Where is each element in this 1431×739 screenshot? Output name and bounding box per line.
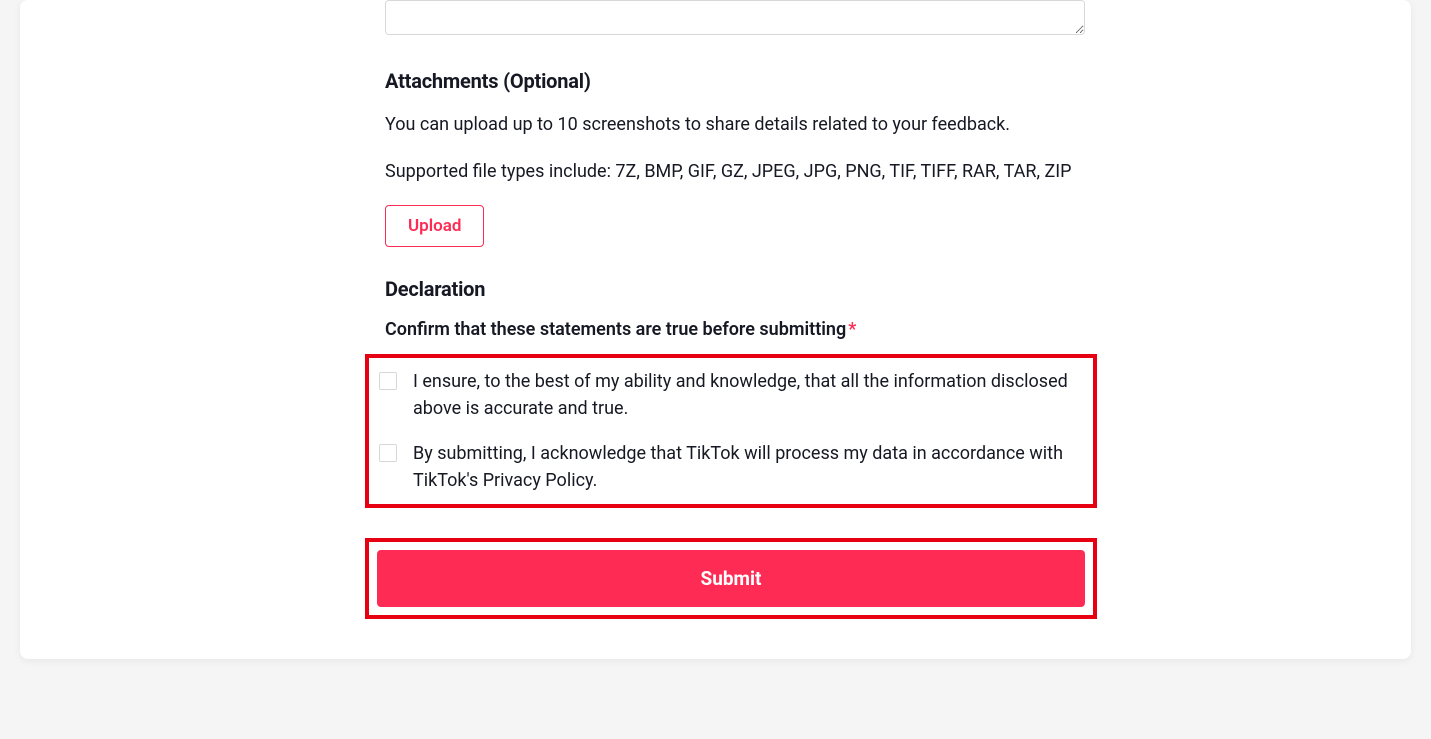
declaration-highlight: I ensure, to the best of my ability and …: [365, 354, 1097, 508]
submit-highlight: Submit: [365, 538, 1097, 619]
declaration-label-2: By submitting, I acknowledge that TikTok…: [413, 440, 1083, 494]
attachments-help-1: You can upload up to 10 screenshots to s…: [385, 111, 1085, 138]
form-card: Attachments (Optional) You can upload up…: [20, 0, 1411, 659]
feedback-textarea[interactable]: [385, 0, 1085, 35]
attachments-heading: Attachments (Optional): [385, 69, 1085, 93]
declaration-checkbox-1[interactable]: [379, 372, 397, 390]
declaration-label-1: I ensure, to the best of my ability and …: [413, 368, 1083, 422]
declaration-heading: Declaration: [385, 277, 1085, 301]
submit-button[interactable]: Submit: [377, 550, 1085, 607]
upload-button[interactable]: Upload: [385, 205, 484, 247]
declaration-confirm-label: Confirm that these statements are true b…: [385, 319, 1085, 340]
declaration-item: By submitting, I acknowledge that TikTok…: [379, 440, 1083, 494]
declaration-checkbox-2[interactable]: [379, 444, 397, 462]
required-marker: *: [848, 319, 856, 340]
declaration-item: I ensure, to the best of my ability and …: [379, 368, 1083, 422]
declaration-confirm-text: Confirm that these statements are true b…: [385, 319, 846, 340]
attachments-help-2: Supported file types include: 7Z, BMP, G…: [385, 158, 1085, 185]
